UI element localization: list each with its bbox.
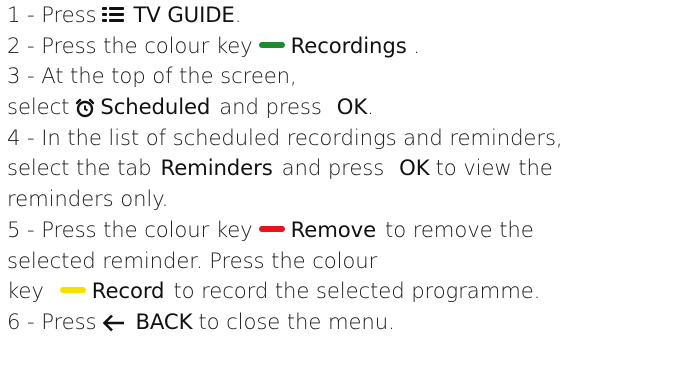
step-4-line-3: reminders only. bbox=[7, 184, 683, 215]
step-2: 2 - Press the colour key Recordings . bbox=[7, 31, 683, 62]
step-4-press-text: and press bbox=[281, 155, 385, 181]
step-5-record-text: to record the selected programme. bbox=[173, 278, 541, 304]
step-2-end: . bbox=[406, 32, 420, 58]
step-3-press-text: and press bbox=[219, 94, 322, 120]
back-key-label: BACK bbox=[135, 308, 193, 334]
step-1-end: . bbox=[234, 2, 242, 27]
step-6-text: 6 - Press bbox=[7, 308, 97, 334]
tv-guide-icon bbox=[102, 6, 125, 22]
recordings-key-label: Recordings bbox=[290, 32, 407, 58]
step-5-remove-text: to remove the bbox=[385, 216, 534, 242]
step-1-text: 1 - Press bbox=[7, 2, 97, 27]
step-3-end: . bbox=[367, 94, 374, 120]
step-4-select-text: select the tab bbox=[7, 155, 152, 181]
step-5-line-2: selected reminder. Press the colour bbox=[7, 246, 683, 277]
step-3-line-1: 3 - At the top of the screen, bbox=[7, 61, 683, 92]
step-6-close-text: to close the menu. bbox=[198, 308, 395, 334]
yellow-colour-key-icon bbox=[59, 287, 86, 294]
step-4-line-1: 4 - In the list of scheduled recordings … bbox=[7, 123, 683, 154]
step-5-line-1: 5 - Press the colour key Remove to remove … bbox=[7, 215, 683, 246]
step-3-select-text: select bbox=[7, 94, 70, 120]
step-4-line-2: select the tab Reminders and press OK to vie… bbox=[7, 153, 683, 184]
step-5-text: 5 - Press the colour key bbox=[7, 216, 253, 242]
step-5-key-text: key bbox=[7, 278, 44, 304]
step-6: 6 - Press BACK to close the menu. bbox=[7, 307, 683, 338]
back-arrow-icon bbox=[102, 311, 126, 332]
step-4-reminders-only: reminders only. bbox=[7, 186, 169, 212]
step-1: 1 - Press TV GUIDE. bbox=[7, 0, 683, 31]
step-4-view-text: to view the bbox=[435, 155, 553, 181]
step-4-text: 4 - In the list of scheduled recordings … bbox=[7, 124, 563, 150]
instruction-list: 1 - Press TV GUIDE. 2 - Press the colour … bbox=[7, 0, 683, 338]
step-3-line-2: select Scheduled and press OK. bbox=[7, 92, 683, 123]
reminders-tab-label: Reminders bbox=[160, 155, 273, 181]
green-colour-key-icon bbox=[258, 41, 285, 48]
step-2-text: 2 - Press the colour key bbox=[7, 32, 253, 58]
ok-key-label: OK bbox=[336, 94, 368, 120]
record-key-label: Record bbox=[91, 278, 165, 304]
step-5-selected-text: selected reminder. Press the colour bbox=[7, 247, 378, 273]
ok-key-label-2: OK bbox=[399, 155, 430, 181]
scheduled-tab-label: Scheduled bbox=[100, 94, 211, 120]
red-colour-key-icon bbox=[258, 225, 285, 232]
alarm-clock-icon bbox=[75, 96, 95, 118]
tv-guide-key-label: TV GUIDE bbox=[133, 2, 235, 27]
step-3-text: 3 - At the top of the screen, bbox=[7, 63, 297, 89]
step-5-line-3: key Record to record the selected programm… bbox=[7, 276, 683, 307]
remove-key-label: Remove bbox=[290, 216, 377, 242]
